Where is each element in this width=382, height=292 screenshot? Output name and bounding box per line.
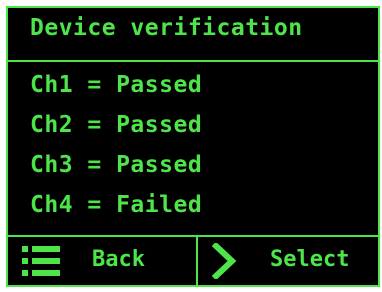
device-screen: Device verification Ch1 = Passed Ch2 = P… <box>6 6 380 287</box>
channel-status-ch4: Ch4 = Failed <box>30 192 203 218</box>
channel-status-ch1: Ch1 = Passed <box>30 72 203 98</box>
channel-status-ch2: Ch2 = Passed <box>30 112 203 138</box>
back-button-label: Back <box>92 247 145 272</box>
softkey-bar: Back Select <box>8 235 378 285</box>
back-button[interactable]: Back <box>8 237 198 285</box>
title-bar: Device verification <box>8 8 378 62</box>
channel-status-list: Ch1 = Passed Ch2 = Passed Ch3 = Passed C… <box>30 72 202 232</box>
page-title: Device verification <box>30 15 303 41</box>
channel-status-ch3: Ch3 = Passed <box>30 152 203 178</box>
select-button[interactable]: Select <box>198 237 378 285</box>
menu-list-icon <box>22 246 60 276</box>
chevron-right-icon <box>212 243 237 279</box>
select-button-label: Select <box>270 247 350 272</box>
